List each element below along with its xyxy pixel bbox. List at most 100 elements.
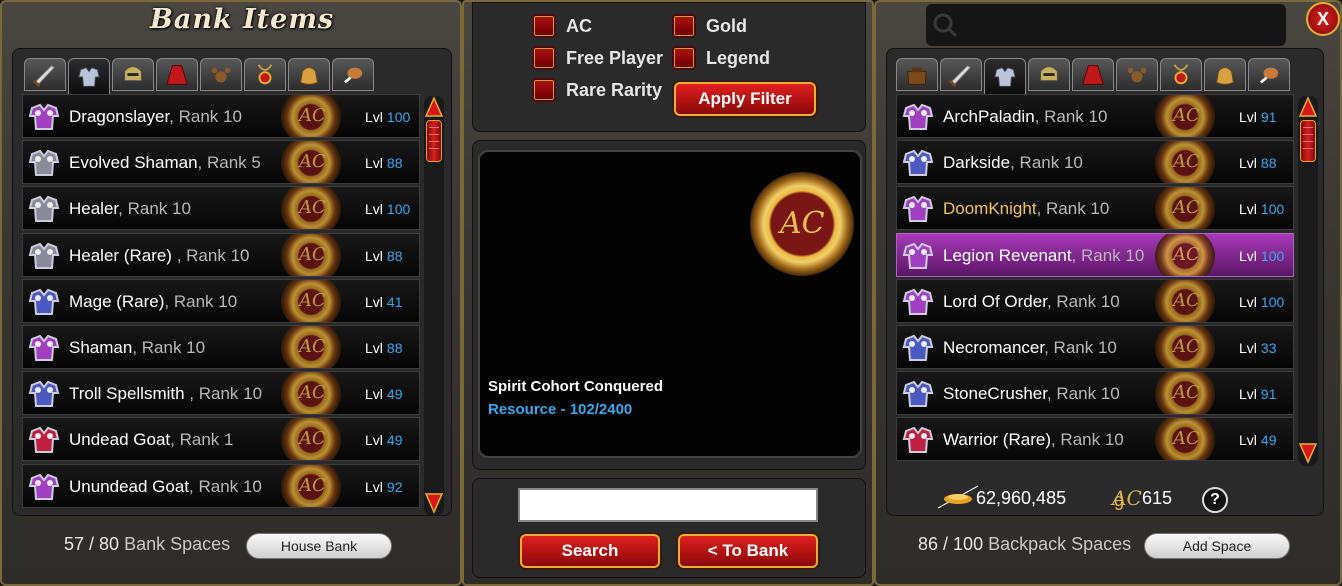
backpack-scroll-thumb[interactable] (1300, 120, 1316, 162)
backpack-scrollbar[interactable] (1298, 96, 1318, 466)
armor-icon (902, 334, 934, 361)
gold-amount: 62,960,485 (976, 488, 1067, 508)
help-button[interactable]: ? (1202, 487, 1228, 513)
armor-icon (78, 66, 100, 87)
armor-icon (28, 380, 60, 408)
list-item[interactable]: AC Darkside, Rank 10 Lvl 88 (896, 140, 1294, 185)
rare-rarity-label: Rare Rarity (566, 79, 663, 100)
tab-pet[interactable] (200, 58, 242, 91)
item-name-text: Unundead Goat (69, 476, 190, 496)
gold-checkbox[interactable] (672, 14, 696, 38)
list-item[interactable]: AC Troll Spellsmith , Rank 10 Lvl 49 (22, 371, 420, 416)
tab-bag[interactable] (1204, 58, 1246, 91)
item-name-text: Troll Spellsmith (69, 384, 185, 404)
backpack-spaces-label: Backpack Spaces (983, 534, 1132, 554)
list-item[interactable]: AC Legion Revenant, Rank 10 Lvl 100 (896, 232, 1294, 277)
legend-checkbox[interactable] (672, 46, 696, 70)
add-space-button[interactable]: Add Space (1144, 533, 1290, 559)
armor-icon (902, 149, 934, 177)
item-name: Evolved Shaman, Rank 5 (69, 153, 261, 173)
scroll-down-icon[interactable] (424, 492, 444, 514)
close-button[interactable]: X (1306, 2, 1340, 36)
list-item[interactable]: AC Shaman, Rank 10 Lvl 88 (22, 324, 420, 369)
bank-scroll-thumb[interactable] (426, 120, 442, 162)
tab-food[interactable] (332, 58, 374, 91)
free-player-checkbox[interactable] (532, 46, 556, 70)
filter-free-player[interactable]: Free Player (532, 46, 663, 70)
cape-icon (166, 64, 188, 85)
scroll-down-icon[interactable] (1298, 442, 1318, 464)
rare-rarity-checkbox[interactable] (532, 78, 556, 102)
item-name-text: StoneCrusher (943, 384, 1047, 404)
tab-sword[interactable] (24, 58, 66, 91)
ac-coin-icon: AC (281, 325, 341, 368)
item-name: Undead Goat, Rank 1 (69, 430, 233, 450)
tab-sword[interactable] (940, 58, 982, 91)
level-value: 100 (1260, 293, 1285, 310)
tab-bag[interactable] (288, 58, 330, 91)
backpack-spaces-total: 100 (953, 534, 984, 554)
preview-item-name: Spirit Cohort Conquered (488, 378, 663, 395)
armor-icon (28, 196, 60, 223)
house-bank-button[interactable]: House Bank (246, 533, 392, 559)
armor-icon (902, 288, 934, 315)
tab-helmet[interactable] (112, 58, 154, 91)
tab-bag-brown[interactable] (896, 58, 938, 91)
item-name: Shaman, Rank 10 (69, 338, 205, 358)
armor-icon (28, 242, 60, 269)
filter-gold[interactable]: Gold (672, 14, 747, 38)
list-item[interactable]: AC Undead Goat, Rank 1 Lvl 49 (22, 417, 420, 462)
armor-icon (28, 427, 60, 454)
search-button[interactable]: Search (520, 534, 660, 568)
level-value: 100 (386, 109, 411, 125)
tab-armor[interactable] (68, 58, 110, 94)
filter-ac[interactable]: AC (532, 14, 592, 38)
ac-coin-icon: AC (1155, 187, 1215, 230)
to-bank-button[interactable]: < To Bank (678, 534, 818, 568)
scroll-up-icon[interactable] (1298, 96, 1318, 118)
item-level: Lvl 49 (1239, 432, 1276, 448)
list-item[interactable]: AC StoneCrusher, Rank 10 Lvl 91 (896, 371, 1294, 416)
item-rank: , Rank 10 (164, 291, 238, 311)
apply-filter-button[interactable]: Apply Filter (674, 82, 816, 116)
bag-icon (1216, 66, 1234, 85)
filter-legend[interactable]: Legend (672, 46, 770, 70)
filter-rare-rarity[interactable]: Rare Rarity (532, 78, 662, 102)
list-item[interactable]: AC Healer (Rare) , Rank 10 Lvl 88 (22, 232, 420, 277)
tab-food[interactable] (1248, 58, 1290, 91)
item-preview: AC Spirit Cohort Conquered Resource - 10… (478, 150, 862, 458)
armor-icon (902, 242, 934, 269)
item-rank: , Rank 10 (184, 384, 263, 404)
tab-cape[interactable] (156, 58, 198, 91)
item-rank: , Rank 10 (118, 199, 191, 219)
tab-amulet[interactable] (244, 58, 286, 91)
item-rank: , Rank 10 (171, 245, 250, 265)
level-value: 100 (1260, 201, 1285, 218)
tab-armor[interactable] (984, 58, 1026, 94)
scroll-up-icon[interactable] (424, 96, 444, 118)
helmet-icon (124, 65, 142, 81)
ac-coin-icon: AC (281, 233, 341, 276)
list-item[interactable]: AC Evolved Shaman, Rank 5 Lvl 88 (22, 140, 420, 185)
item-name: Darkside, Rank 10 (943, 153, 1083, 173)
tab-cape[interactable] (1072, 58, 1114, 91)
list-item[interactable]: AC Warrior (Rare), Rank 10 Lvl 49 (896, 417, 1294, 462)
backpack-search-field[interactable] (926, 4, 1286, 46)
list-item[interactable]: AC Unundead Goat, Rank 10 Lvl 92 (22, 463, 420, 508)
list-item[interactable]: AC ArchPaladin, Rank 10 Lvl 91 (896, 94, 1294, 138)
level-value: 49 (386, 432, 403, 449)
ac-coin-icon: AC (1155, 325, 1215, 368)
list-item[interactable]: AC DoomKnight, Rank 10 Lvl 100 (896, 186, 1294, 231)
level-value: 88 (386, 339, 403, 356)
ac-checkbox[interactable] (532, 14, 556, 38)
bank-scrollbar[interactable] (424, 96, 444, 516)
tab-pet[interactable] (1116, 58, 1158, 91)
list-item[interactable]: AC Necromancer, Rank 10 Lvl 33 (896, 324, 1294, 369)
list-item[interactable]: AC Healer, Rank 10 Lvl 100 (22, 186, 420, 231)
tab-helmet[interactable] (1028, 58, 1070, 91)
tab-amulet[interactable] (1160, 58, 1202, 91)
search-input[interactable] (518, 488, 818, 522)
list-item[interactable]: AC Lord Of Order, Rank 10 Lvl 100 (896, 278, 1294, 323)
list-item[interactable]: AC Mage (Rare), Rank 10 Lvl 41 (22, 278, 420, 323)
list-item[interactable]: AC Dragonslayer, Rank 10 Lvl 100 (22, 94, 420, 138)
